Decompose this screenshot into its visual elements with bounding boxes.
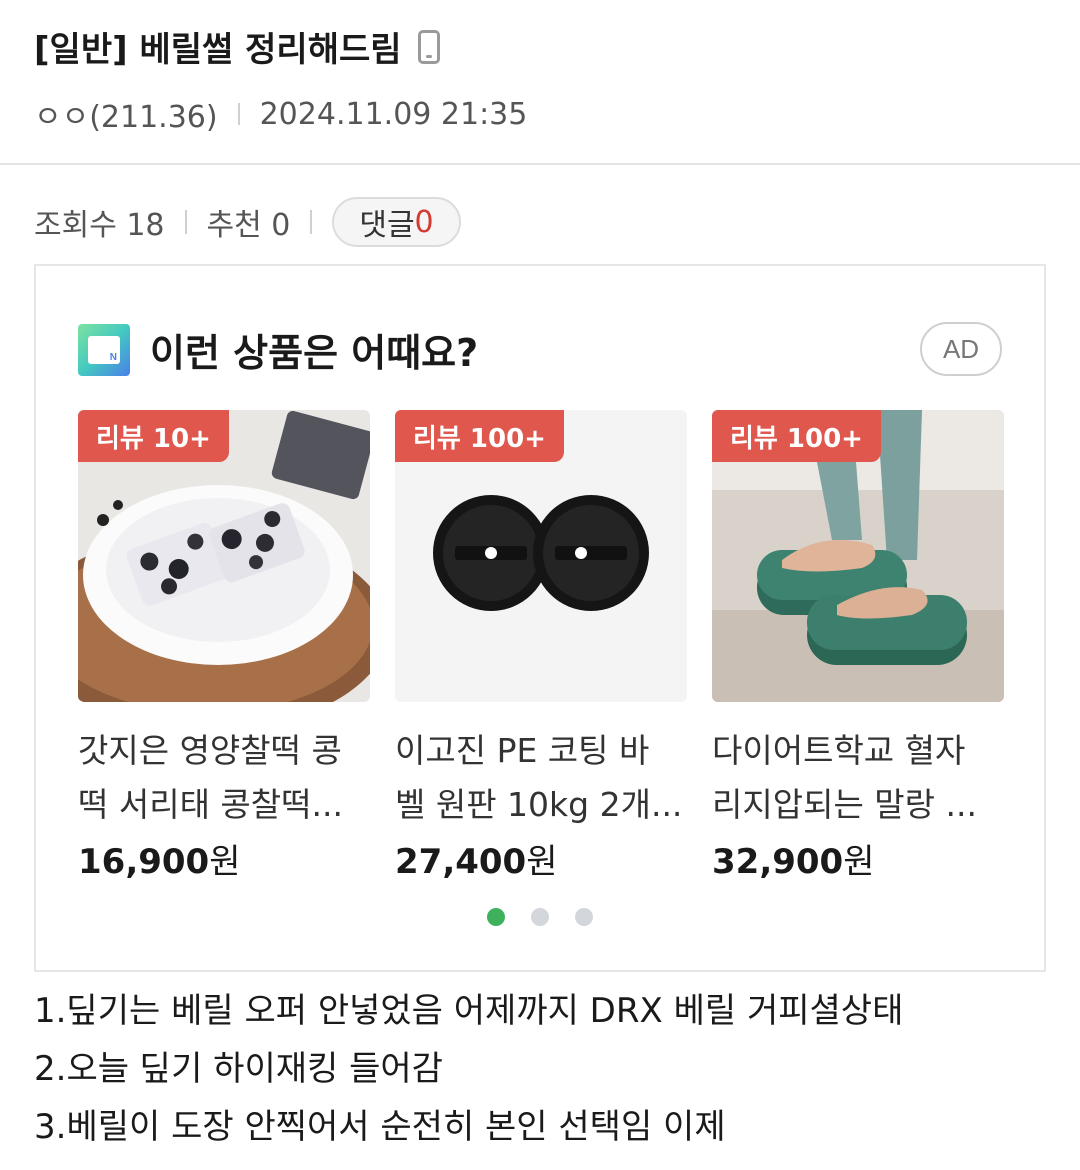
pagination-dot[interactable] — [531, 908, 549, 926]
price-unit: 원 — [209, 842, 241, 882]
product-image-balance-pads[interactable]: 리뷰 100+ — [712, 410, 1004, 702]
product-name[interactable]: 갓지은 영양찰떡 콩 떡 서리태 콩찰떡... — [78, 724, 363, 832]
price-value: 16,900 — [78, 842, 210, 882]
price-unit: 원 — [843, 842, 875, 882]
product-price: 27,400원 — [395, 834, 687, 883]
post-body-line: 2.오늘 딮기 하이재킹 들어감 — [34, 1049, 443, 1089]
post-title-text: [일반] 베릴썰 정리해드림 — [34, 30, 402, 70]
product-name[interactable]: 이고진 PE 코팅 바 벨 원판 10kg 2개... — [395, 724, 680, 832]
ad-heading: 이런 상품은 어때요? — [150, 331, 479, 375]
mobile-phone-icon — [417, 29, 440, 64]
pagination-dot[interactable] — [575, 908, 593, 926]
recommend-count: 추천 0 — [206, 208, 291, 243]
post-title: [일반] 베릴썰 정리해드림 — [34, 22, 440, 71]
comment-label: 댓글 — [359, 208, 415, 243]
product-name-line: 떡 서리태 콩찰떡... — [78, 785, 343, 824]
post-body-line: 3.베릴이 도장 안찍어서 순전히 본인 선택임 이제 — [34, 1107, 726, 1147]
post-header: [일반] 베릴썰 정리해드림 ㅇㅇ(211.36) 2024.11.09 21:… — [0, 0, 1080, 165]
review-badge: 리뷰 100+ — [712, 410, 881, 462]
view-count: 조회수 18 — [34, 208, 165, 243]
post-datetime: 2024.11.09 21:35 — [259, 96, 528, 132]
shopping-bag-logo-icon — [78, 323, 130, 376]
product-image-rice-cake[interactable]: 리뷰 10+ — [78, 410, 370, 702]
author-name[interactable]: ㅇㅇ(211.36) — [34, 92, 218, 136]
price-value: 32,900 — [712, 842, 844, 882]
stats-divider — [184, 210, 187, 234]
stats-divider — [310, 210, 313, 234]
product-card[interactable]: 리뷰 100+ 다이어트학교 혈자 리지압되는 말랑 ... 32,900원 — [712, 410, 1004, 883]
product-name[interactable]: 다이어트학교 혈자 리지압되는 말랑 ... — [712, 724, 997, 832]
review-badge: 리뷰 10+ — [78, 410, 229, 462]
price-unit: 원 — [526, 842, 558, 882]
post-meta: ㅇㅇ(211.36) 2024.11.09 21:35 — [34, 92, 527, 136]
product-price: 16,900원 — [78, 834, 370, 883]
post-body-line: 1.딮기는 베릴 오퍼 안넣었음 어제까지 DRX 베릴 거피셜상태 — [34, 991, 904, 1031]
meta-divider — [237, 103, 240, 125]
review-badge: 리뷰 100+ — [395, 410, 564, 462]
comment-count: 0 — [414, 204, 434, 240]
product-price: 32,900원 — [712, 834, 1004, 883]
product-name-line: 다이어트학교 혈자 — [712, 731, 966, 770]
post-body: 1.딮기는 베릴 오퍼 안넣었음 어제까지 DRX 베릴 거피셜상태 2.오늘 … — [34, 982, 903, 1156]
ad-badge[interactable]: AD — [920, 322, 1002, 376]
product-card[interactable]: 리뷰 10+ 갓지은 영양찰떡 콩 떡 서리태 콩찰떡... 16,900원 — [78, 410, 370, 883]
comment-button[interactable]: 댓글 0 — [332, 197, 461, 247]
post-stats: 조회수 18 추천 0 댓글 0 — [34, 196, 461, 248]
product-name-line: 갓지은 영양찰떡 콩 — [78, 731, 342, 770]
product-card[interactable]: 리뷰 100+ 이고진 PE 코팅 바 벨 원판 10kg 2개... 27,4… — [395, 410, 687, 883]
carousel-pagination — [36, 908, 1044, 926]
ad-header: 이런 상품은 어때요? — [78, 322, 478, 377]
product-name-line: 이고진 PE 코팅 바 — [395, 731, 650, 770]
ad-recommendation-box: 이런 상품은 어때요? AD 리뷰 10+ — [34, 264, 1046, 972]
price-value: 27,400 — [395, 842, 527, 882]
product-image-weight-plates[interactable]: 리뷰 100+ — [395, 410, 687, 702]
pagination-dot[interactable] — [487, 908, 505, 926]
product-name-line: 리지압되는 말랑 ... — [712, 785, 977, 824]
product-name-line: 벨 원판 10kg 2개... — [395, 785, 680, 824]
